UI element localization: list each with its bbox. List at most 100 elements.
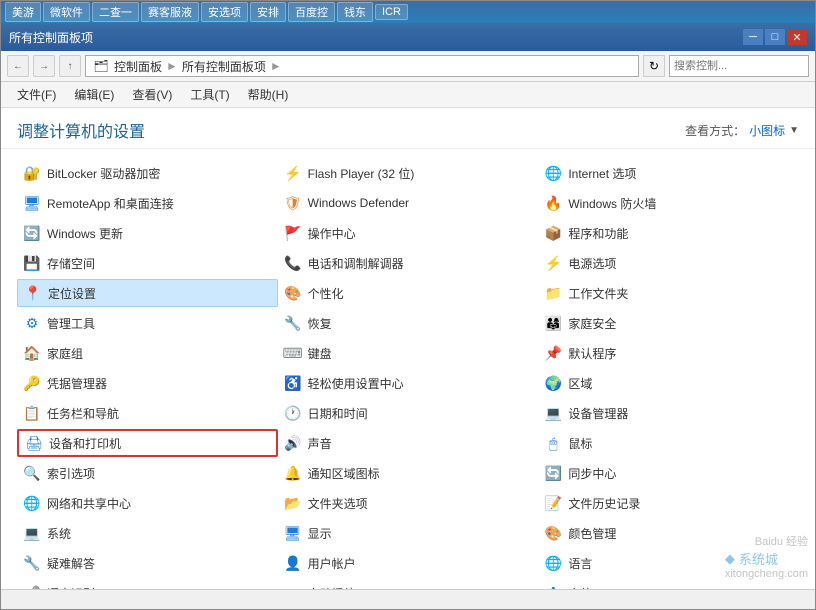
- item-flash[interactable]: ⚡ Flash Player (32 位): [278, 159, 539, 187]
- item-credential-mgr-label: 凭据管理器: [47, 375, 107, 392]
- taskbar-item-2[interactable]: 微软件: [43, 2, 90, 22]
- item-troubleshoot[interactable]: 🔧 疑难解答: [17, 549, 278, 577]
- item-location[interactable]: 📍 定位设置: [17, 279, 278, 307]
- item-homegroup-label: 家庭组: [47, 345, 83, 362]
- item-work-folder[interactable]: 📁 工作文件夹: [538, 279, 799, 307]
- item-region[interactable]: 🌍 区域: [538, 369, 799, 397]
- item-datetime-label: 日期和时间: [308, 405, 368, 422]
- item-keyboard[interactable]: ⌨ 键盘: [278, 339, 539, 367]
- item-personalize[interactable]: 🎨 个性化: [278, 279, 539, 307]
- taskbar-item-4[interactable]: 赛客服液: [141, 2, 199, 22]
- item-homegroup[interactable]: 🏠 家庭组: [17, 339, 278, 367]
- item-language-label: 语言: [568, 555, 592, 572]
- search-box[interactable]: 🔍: [669, 55, 809, 77]
- item-folder-options-label: 文件夹选项: [308, 495, 368, 512]
- path-part-1: 控制面板: [114, 58, 162, 75]
- back-button[interactable]: ←: [7, 55, 29, 77]
- item-action-center-label: 操作中心: [308, 225, 356, 242]
- item-ease-access[interactable]: ♿ 轻松使用设置中心: [278, 369, 539, 397]
- item-file-history[interactable]: 📝 文件历史记录: [538, 489, 799, 517]
- item-taskbar-nav[interactable]: 📋 任务栏和导航: [17, 399, 278, 427]
- item-devices-printers[interactable]: 🖨 设备和打印机: [17, 429, 278, 457]
- admin-tools-icon: ⚙: [23, 314, 41, 332]
- path-separator: ►: [166, 59, 178, 73]
- item-power[interactable]: ⚡ 电源选项: [538, 249, 799, 277]
- item-power-label: 电源选项: [568, 255, 616, 272]
- menu-tools[interactable]: 工具(T): [182, 84, 237, 105]
- menu-edit[interactable]: 编辑(E): [66, 84, 122, 105]
- item-display[interactable]: 🖥 显示: [278, 519, 539, 547]
- item-remoteapp-label: RemoteApp 和桌面连接: [47, 195, 174, 212]
- view-mode-link[interactable]: 小图标: [749, 122, 785, 139]
- item-notif-area[interactable]: 🔔 通知区域图标: [278, 459, 539, 487]
- item-storage[interactable]: 💾 存储空间: [17, 249, 278, 277]
- item-defender[interactable]: 🛡 Windows Defender: [278, 189, 539, 217]
- item-user-accounts[interactable]: 👤 用户帐户: [278, 549, 539, 577]
- item-work-folder-label: 工作文件夹: [568, 285, 628, 302]
- sync-center-icon: 🔄: [544, 464, 562, 482]
- maximize-button[interactable]: □: [765, 29, 785, 45]
- item-fonts[interactable]: A 字体: [538, 579, 799, 589]
- item-color-mgmt[interactable]: 🎨 颜色管理: [538, 519, 799, 547]
- taskbar-item-8[interactable]: 钱东: [337, 2, 373, 22]
- item-family-safety[interactable]: 👨‍👩‍👧 家庭安全: [538, 309, 799, 337]
- menu-help[interactable]: 帮助(H): [240, 84, 297, 105]
- item-speech[interactable]: 🎤 语音识别: [17, 579, 278, 589]
- taskbar-item-9[interactable]: ICR: [375, 4, 408, 20]
- close-button[interactable]: ✕: [787, 29, 807, 45]
- item-recovery[interactable]: 🔧 恢复: [278, 309, 539, 337]
- item-mouse[interactable]: 🖱 鼠标: [538, 429, 799, 457]
- item-language[interactable]: 🌐 语言: [538, 549, 799, 577]
- forward-button[interactable]: →: [33, 55, 55, 77]
- search-input[interactable]: [674, 60, 816, 72]
- item-action-center[interactable]: 🚩 操作中心: [278, 219, 539, 247]
- item-datetime[interactable]: 🕐 日期和时间: [278, 399, 539, 427]
- item-sync-center[interactable]: 🔄 同步中心: [538, 459, 799, 487]
- up-button[interactable]: ↑: [59, 55, 81, 77]
- taskbar-item-6[interactable]: 安排: [250, 2, 286, 22]
- sound-icon: 🔊: [284, 434, 302, 452]
- item-credential-mgr[interactable]: 🔑 凭据管理器: [17, 369, 278, 397]
- view-label: 查看方式：: [685, 122, 745, 139]
- item-bitlocker[interactable]: 🔐 BitLocker 驱动器加密: [17, 159, 278, 187]
- defender-icon: 🛡: [284, 194, 302, 212]
- window-title: 所有控制面板项: [9, 29, 93, 46]
- taskbar-item-3[interactable]: 二查一: [92, 2, 139, 22]
- taskbar-item-5[interactable]: 安选项: [201, 2, 248, 22]
- item-phone-modem[interactable]: 📞 电话和调制解调器: [278, 249, 539, 277]
- recovery-icon: 🔧: [284, 314, 302, 332]
- item-network-sharing[interactable]: 🌐 网络和共享中心: [17, 489, 278, 517]
- view-dropdown-arrow[interactable]: ▼: [789, 125, 799, 136]
- item-index-options[interactable]: 🔍 索引选项: [17, 459, 278, 487]
- item-update[interactable]: 🔄 Windows 更新: [17, 219, 278, 247]
- item-internet-options[interactable]: 🌐 Internet 选项: [538, 159, 799, 187]
- item-sound[interactable]: 🔊 声音: [278, 429, 539, 457]
- datetime-icon: 🕐: [284, 404, 302, 422]
- item-folder-options[interactable]: 📂 文件夹选项: [278, 489, 539, 517]
- item-device-mgr-label: 设备管理器: [568, 405, 628, 422]
- minimize-button[interactable]: ─: [743, 29, 763, 45]
- item-location-label: 定位设置: [48, 285, 96, 302]
- menu-file[interactable]: 文件(F): [9, 84, 64, 105]
- content-header: 调整计算机的设置 查看方式： 小图标 ▼: [1, 108, 815, 149]
- address-path[interactable]: 🗂 控制面板 ► 所有控制面板项 ►: [85, 55, 639, 77]
- taskbar-item-1[interactable]: 美游: [5, 2, 41, 22]
- item-defender-label: Windows Defender: [308, 196, 409, 210]
- menu-view[interactable]: 查看(V): [124, 84, 180, 105]
- item-programs[interactable]: 📦 程序和功能: [538, 219, 799, 247]
- item-firewall[interactable]: 🔥 Windows 防火墙: [538, 189, 799, 217]
- storage-icon: 💾: [23, 254, 41, 272]
- troubleshoot-icon: 🔧: [23, 554, 41, 572]
- main-window: 美游 微软件 二查一 赛客服液 安选项 安排 百度控 钱东 ICR 所有控制面板…: [0, 0, 816, 610]
- item-remoteapp[interactable]: 🖥 RemoteApp 和桌面连接: [17, 189, 278, 217]
- item-autoplay[interactable]: ▶ 自动播放: [278, 579, 539, 589]
- title-bar-controls: ─ □ ✕: [743, 29, 807, 45]
- refresh-button[interactable]: ↻: [643, 55, 665, 77]
- item-admin-tools[interactable]: ⚙ 管理工具: [17, 309, 278, 337]
- personalize-icon: 🎨: [284, 284, 302, 302]
- item-device-mgr[interactable]: 💻 设备管理器: [538, 399, 799, 427]
- item-default-programs[interactable]: 📌 默认程序: [538, 339, 799, 367]
- item-taskbar-nav-label: 任务栏和导航: [47, 405, 119, 422]
- item-system[interactable]: 💻 系统: [17, 519, 278, 547]
- taskbar-item-7[interactable]: 百度控: [288, 2, 335, 22]
